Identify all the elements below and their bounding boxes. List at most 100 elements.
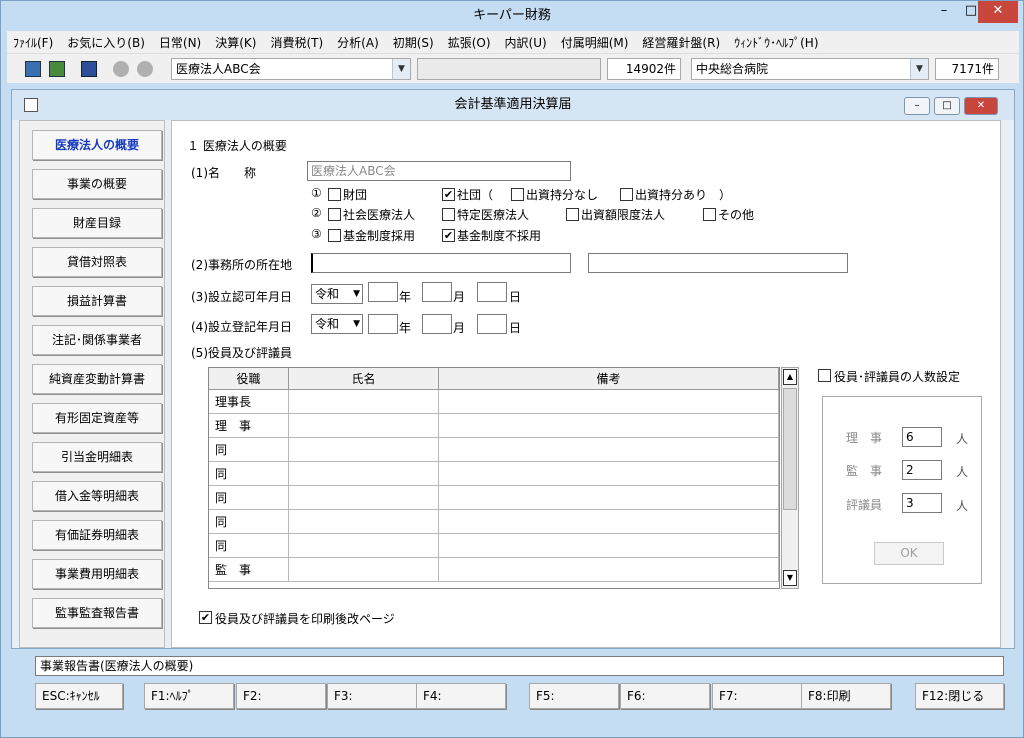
cell-position[interactable]: 同 [209,438,289,462]
menu-initial[interactable]: 初期(S) [393,34,434,51]
f6-button[interactable]: F6: [620,683,710,709]
cell-remarks[interactable] [439,390,779,414]
chevron-down-icon[interactable]: ▼ [392,59,410,79]
refresh-icon[interactable] [49,61,65,77]
save-icon[interactable] [25,61,41,77]
no-equity-checkbox[interactable] [511,188,524,201]
header-remarks[interactable]: 備考 [439,368,779,390]
toki-day-field[interactable] [477,314,507,334]
nav-property-list[interactable]: 財産目録 [32,208,162,238]
toki-month-field[interactable] [422,314,452,334]
limited-equity-checkbox[interactable] [566,208,579,221]
menu-compass[interactable]: 経営羅針盤(R) [642,34,720,51]
cell-position[interactable]: 同 [209,462,289,486]
nav-net-assets[interactable]: 純資産変動計算書 [32,364,162,394]
ninka-month-field[interactable] [422,282,452,302]
social-medical-checkbox[interactable] [328,208,341,221]
scroll-up-icon[interactable]: ▲ [783,369,797,385]
nav-allowance[interactable]: 引当金明細表 [32,442,162,472]
fund-adopt-checkbox[interactable] [328,229,341,242]
cell-name[interactable] [289,390,439,414]
menu-settlement[interactable]: 決算(K) [215,34,256,51]
cell-name[interactable] [289,510,439,534]
name-field[interactable]: 医療法人ABC会 [307,161,571,181]
cell-name[interactable] [289,486,439,510]
cell-name[interactable] [289,558,439,582]
nav-business-expenses[interactable]: 事業費用明細表 [32,559,162,589]
screen-icon[interactable] [81,61,97,77]
nav-audit-report[interactable]: 監事監査報告書 [32,598,162,628]
child-minimize-button[interactable]: – [904,97,930,115]
child-maximize-button[interactable]: □ [934,97,960,115]
cell-remarks[interactable] [439,438,779,462]
cell-remarks[interactable] [439,558,779,582]
menu-file[interactable]: ﾌｧｲﾙ(F) [13,34,53,51]
ninka-year-field[interactable] [368,282,398,302]
company-select[interactable]: 医療法人ABC会 ▼ [171,58,411,80]
fund-not-adopt-checkbox[interactable]: ✔ [442,229,455,242]
f5-button[interactable]: F5: [529,683,619,709]
f2-button[interactable]: F2: [236,683,326,709]
f8-print-button[interactable]: F8:印刷 [801,683,891,709]
cell-remarks[interactable] [439,534,779,558]
f4-button[interactable]: F4: [416,683,506,709]
scroll-thumb[interactable] [783,388,797,510]
ninka-era-select[interactable]: 令和 ▼ [311,284,363,304]
kanji-count-field[interactable]: 2 [902,460,942,480]
shadan-checkbox[interactable]: ✔ [442,188,455,201]
nav-balance-sheet[interactable]: 貸借対照表 [32,247,162,277]
cell-position[interactable]: 同 [209,486,289,510]
cell-remarks[interactable] [439,462,779,486]
ok-button[interactable]: OK [874,542,944,565]
esc-cancel-button[interactable]: ESC:ｷｬﾝｾﾙ [35,683,123,709]
menu-daily[interactable]: 日常(N) [159,34,201,51]
f1-help-button[interactable]: F1:ﾍﾙﾌﾟ [144,683,234,709]
riji-count-field[interactable]: 6 [902,427,942,447]
cell-position[interactable]: 監 事 [209,558,289,582]
header-position[interactable]: 役職 [209,368,289,390]
cell-remarks[interactable] [439,486,779,510]
nav-securities[interactable]: 有価証券明細表 [32,520,162,550]
cell-name[interactable] [289,438,439,462]
equity-checkbox[interactable] [620,188,633,201]
period-field[interactable] [417,58,601,80]
cell-remarks[interactable] [439,510,779,534]
cell-position[interactable]: 理事長 [209,390,289,414]
menu-appendix[interactable]: 付属明細(M) [561,34,629,51]
facility-select[interactable]: 中央総合病院 ▼ [691,58,929,80]
close-button[interactable]: ✕ [978,1,1018,23]
f7-button[interactable]: F7: [712,683,802,709]
menu-breakdown[interactable]: 内訳(U) [505,34,547,51]
menu-favorites[interactable]: お気に入り(B) [67,34,145,51]
f12-close-button[interactable]: F12:閉じる [915,683,1004,709]
search-next-icon[interactable] [137,61,153,77]
toki-year-field[interactable] [368,314,398,334]
ninka-day-field[interactable] [477,282,507,302]
menu-consumption-tax[interactable]: 消費税(T) [270,34,323,51]
print-break-checkbox[interactable]: ✔ [199,611,212,624]
people-count-checkbox[interactable] [818,369,831,382]
toki-era-select[interactable]: 令和 ▼ [311,314,363,334]
search-icon[interactable] [113,61,129,77]
chevron-down-icon[interactable]: ▼ [910,59,928,79]
cell-position[interactable]: 同 [209,534,289,558]
minimize-button[interactable]: – [931,1,957,23]
scroll-down-icon[interactable]: ▼ [783,570,797,586]
nav-notes[interactable]: 注記･関係事業者 [32,325,162,355]
nav-business-overview[interactable]: 事業の概要 [32,169,162,199]
zaidan-checkbox[interactable] [328,188,341,201]
cell-position[interactable]: 同 [209,510,289,534]
menu-window-help[interactable]: ｳｨﾝﾄﾞｳ･ﾍﾙﾌﾟ(H) [734,34,818,51]
header-name[interactable]: 氏名 [289,368,439,390]
hyogi-count-field[interactable]: 3 [902,493,942,513]
cell-name[interactable] [289,534,439,558]
nav-borrowings[interactable]: 借入金等明細表 [32,481,162,511]
address-field-1[interactable] [311,253,571,273]
cell-position[interactable]: 理 事 [209,414,289,438]
f3-button[interactable]: F3: [327,683,417,709]
cell-name[interactable] [289,462,439,486]
child-close-button[interactable]: ✕ [964,97,998,115]
other-checkbox[interactable] [703,208,716,221]
nav-overview[interactable]: 医療法人の概要 [32,130,162,160]
cell-name[interactable] [289,414,439,438]
